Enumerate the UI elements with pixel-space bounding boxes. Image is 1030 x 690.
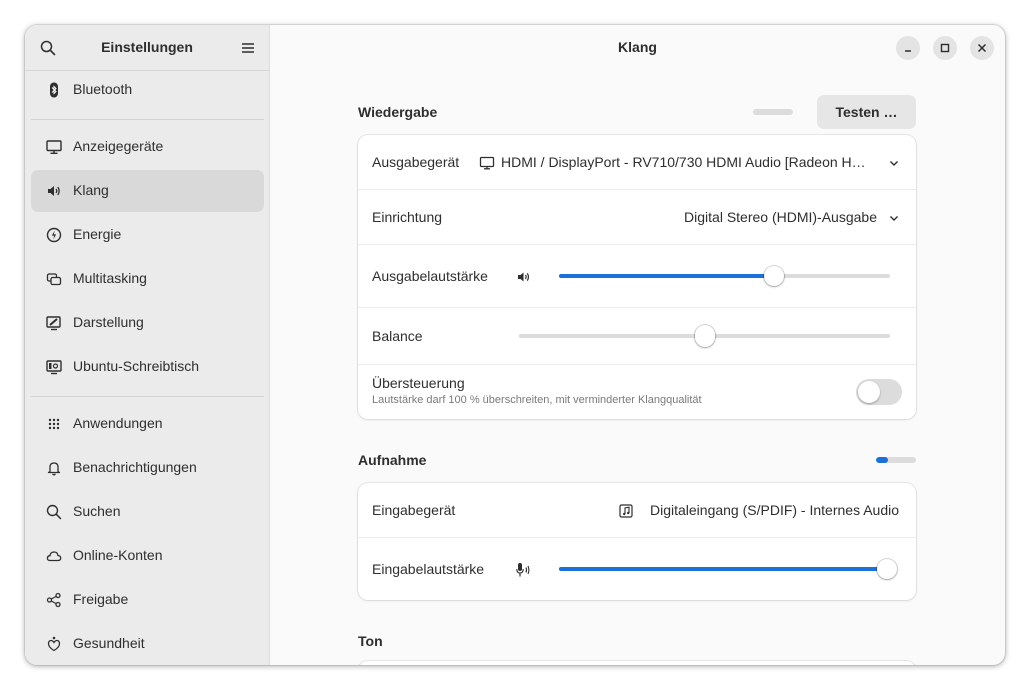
wellbeing-icon (47, 636, 61, 652)
input-volume-label: Eingabelautstärke (372, 561, 485, 577)
sidebar-item-multitasking[interactable]: Multitasking (31, 258, 264, 300)
input-device-value: Digitaleingang (S/PDIF) - Internes Audio (649, 502, 899, 518)
input-device-row[interactable]: Eingabegerät Digitaleingang (S/PDIF) - I… (358, 483, 916, 537)
balance-row: Balance (358, 308, 916, 364)
balance-knob[interactable] (694, 325, 715, 347)
sidebar-item-displays[interactable]: Anzeigegeräte (31, 126, 264, 168)
configuration-value: Digital Stereo (HDMI)-Ausgabe (684, 209, 877, 225)
close-icon (977, 43, 987, 53)
overamplification-row: Übersteuerung Lautstärke darf 100 % über… (358, 365, 916, 419)
output-volume-slider[interactable] (559, 274, 890, 278)
input-volume-fill (559, 567, 887, 571)
cloud-icon (46, 551, 62, 562)
sidebar-item-notifications[interactable]: Benachrichtigungen (31, 447, 264, 489)
sidebar-item-sharing[interactable]: Freigabe (31, 579, 264, 621)
input-volume-knob[interactable] (876, 559, 897, 579)
appearance-icon (46, 316, 61, 331)
sidebar-item-label: Bluetooth (73, 81, 133, 97)
overamplification-label: Übersteuerung (372, 375, 465, 391)
sidebar-header: Einstellungen (25, 25, 269, 71)
output-volume-label: Ausgabelautstärke (372, 268, 488, 284)
input-device-label: Eingabegerät (372, 502, 456, 518)
sidebar-item-label: Gesundheit (73, 635, 145, 651)
sidebar-item-sound[interactable]: Klang (31, 170, 264, 212)
sidebar-item-label: Freigabe (73, 591, 129, 607)
input-volume-slider[interactable] (559, 567, 890, 571)
output-volume-fill (559, 274, 775, 278)
audio-card-icon (619, 504, 633, 518)
power-icon (46, 227, 62, 243)
sidebar-item-power[interactable]: Energie (31, 214, 264, 256)
balance-label: Balance (372, 328, 423, 344)
recording-section-title: Aufnahme (358, 452, 427, 468)
monitor-icon (479, 156, 495, 170)
minimize-button[interactable] (896, 36, 920, 60)
minimize-icon (905, 50, 911, 52)
sidebar-separator (31, 119, 264, 120)
sidebar-item-label: Darstellung (73, 314, 144, 330)
input-volume-row: Eingabelautstärke (358, 538, 916, 600)
output-volume-knob[interactable] (764, 266, 785, 286)
share-icon (46, 592, 61, 608)
speaker-icon[interactable] (516, 269, 532, 285)
sidebar-item-appearance[interactable]: Darstellung (31, 302, 264, 344)
apps-grid-icon (48, 418, 60, 430)
sidebar-item-label: Multitasking (73, 270, 147, 286)
monitor-icon (46, 140, 62, 155)
sidebar-item-apps[interactable]: Anwendungen (31, 403, 264, 445)
playback-card: Ausgabegerät HDMI / DisplayPort - RV710/… (358, 135, 916, 419)
recording-card: Eingabegerät Digitaleingang (S/PDIF) - I… (358, 483, 916, 600)
output-level-bar (753, 109, 793, 115)
sidebar-item-label: Suchen (73, 503, 121, 519)
speaker-icon (48, 186, 60, 196)
sidebar-item-label: Anzeigegeräte (73, 138, 164, 154)
configuration-row[interactable]: Einrichtung Digital Stereo (HDMI)-Ausgab… (358, 190, 916, 244)
output-device-label: Ausgabegerät (372, 154, 460, 170)
configuration-label: Einrichtung (372, 209, 443, 225)
playback-section-title: Wiedergabe (358, 104, 438, 120)
output-device-row[interactable]: Ausgabegerät HDMI / DisplayPort - RV710/… (358, 135, 916, 189)
sounds-card (358, 661, 916, 665)
sounds-section-title: Ton (358, 633, 383, 649)
input-level-bar (876, 457, 916, 463)
settings-window: Einstellungen Bluetooth Anzeigegeräte Kl… (25, 25, 1005, 665)
sidebar-title: Einstellungen (101, 39, 193, 55)
maximize-button[interactable] (933, 36, 957, 60)
sidebar-item-bluetooth[interactable]: Bluetooth (31, 69, 264, 111)
close-button[interactable] (970, 36, 994, 60)
output-device-value: HDMI / DisplayPort - RV710/730 HDMI Audi… (501, 154, 873, 170)
ubuntu-desktop-icon (46, 360, 62, 375)
sidebar-item-online-accounts[interactable]: Online-Konten (31, 535, 264, 577)
bell-icon (47, 462, 61, 476)
sidebar-item-label: Energie (73, 226, 122, 242)
switch-knob (858, 381, 880, 403)
overamplification-subtitle: Lautstärke darf 100 % überschreiten, mit… (372, 394, 702, 406)
sidebar-item-ubuntu-desktop[interactable]: Ubuntu-Schreibtisch (31, 346, 264, 388)
search-icon (46, 504, 62, 520)
sidebar-item-label: Online-Konten (73, 547, 163, 563)
hamburger-menu-icon[interactable] (239, 39, 257, 57)
sidebar: Einstellungen Bluetooth Anzeigegeräte Kl… (25, 25, 270, 665)
sidebar-item-wellbeing[interactable]: Gesundheit (31, 623, 264, 665)
bluetooth-icon (50, 82, 58, 98)
microphone-icon[interactable] (515, 562, 533, 578)
chevron-down-icon (890, 216, 898, 221)
page-title: Klang (618, 39, 657, 55)
sidebar-item-label: Benachrichtigungen (73, 459, 197, 475)
output-volume-row: Ausgabelautstärke (358, 245, 916, 307)
sidebar-separator (31, 396, 264, 397)
maximize-icon (940, 43, 950, 53)
sidebar-item-label: Klang (73, 182, 109, 198)
sidebar-item-label: Ubuntu-Schreibtisch (73, 358, 200, 374)
overamplification-switch[interactable] (856, 379, 902, 405)
input-level-fill (876, 457, 888, 463)
sidebar-item-search[interactable]: Suchen (31, 491, 264, 533)
multitasking-icon (46, 273, 62, 286)
sound-page: Klang Wiedergabe Testen … Ausgabegerät H… (270, 25, 1005, 665)
chevron-down-icon (890, 161, 898, 166)
test-speakers-button[interactable]: Testen … (817, 95, 916, 129)
sidebar-item-label: Anwendungen (73, 415, 163, 431)
